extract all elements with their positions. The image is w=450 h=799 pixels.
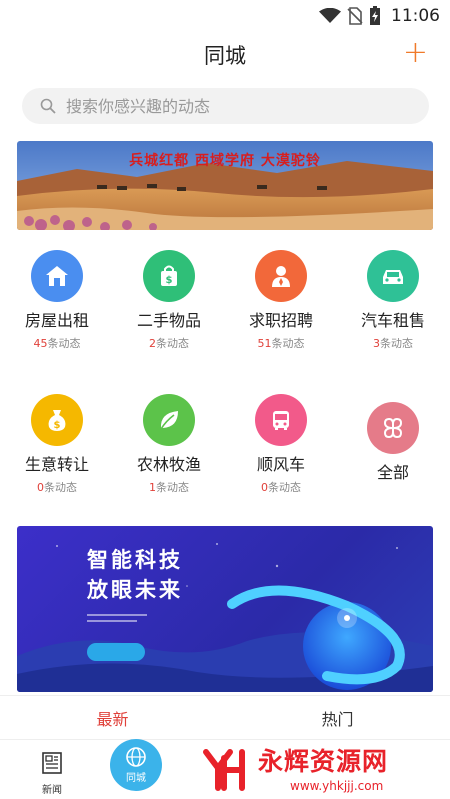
- category-count: 1条动态: [149, 481, 189, 494]
- wifi-icon: [319, 8, 341, 23]
- news-icon: [42, 752, 62, 774]
- car-icon: [367, 250, 419, 302]
- category-business-transfer[interactable]: $ 生意转让 0条动态: [1, 394, 113, 495]
- nav-news[interactable]: 新闻: [32, 751, 72, 796]
- tab-hot[interactable]: 热门: [225, 696, 450, 739]
- category-label: 汽车租售: [360, 311, 425, 330]
- banner-desert[interactable]: 兵城红都 西域学府 大漠驼铃: [17, 141, 433, 230]
- add-button[interactable]: +: [403, 38, 428, 68]
- banner-tech[interactable]: 智能科技 放眼未来: [17, 526, 433, 692]
- status-bar: 11:06: [0, 0, 450, 32]
- tech-banner-art: [17, 543, 433, 692]
- all-categories-icon: [367, 402, 419, 454]
- category-count: 45条动态: [33, 337, 81, 350]
- nav-label: 新闻: [42, 785, 62, 796]
- page-title: 同城: [204, 44, 246, 68]
- leaf-icon: [143, 394, 195, 446]
- category-house-rental[interactable]: 房屋出租 45条动态: [1, 250, 113, 351]
- battery-charging-icon: [370, 6, 380, 25]
- category-agriculture[interactable]: 农林牧渔 1条动态: [113, 394, 225, 495]
- banner-heading-2: 放眼未来: [87, 578, 183, 602]
- banner-heading-1: 智能科技: [87, 548, 183, 572]
- bus-icon: [255, 394, 307, 446]
- search-bar[interactable]: [22, 88, 429, 124]
- category-car-rental[interactable]: 汽车租售 3条动态: [337, 250, 449, 351]
- watermark-brand: 永辉资源网: [258, 747, 388, 776]
- header: 同城 +: [0, 32, 450, 78]
- category-label: 生意转让: [24, 455, 89, 474]
- category-carpool[interactable]: 顺风车 0条动态: [225, 394, 337, 495]
- city-globe-icon: [126, 747, 146, 767]
- category-jobs[interactable]: 求职招聘 51条动态: [225, 250, 337, 351]
- nav-city[interactable]: 同城: [110, 739, 162, 791]
- category-label: 房屋出租: [24, 311, 89, 330]
- feed-tabs: 最新 热门: [0, 695, 450, 740]
- category-second-hand[interactable]: $ 二手物品 2条动态: [113, 250, 225, 351]
- svg-text:$: $: [166, 275, 173, 286]
- house-icon: [31, 250, 83, 302]
- search-icon: [40, 98, 56, 114]
- category-count: 2条动态: [149, 337, 189, 350]
- category-label: 求职招聘: [248, 311, 313, 330]
- category-label: 农林牧渔: [136, 455, 201, 474]
- person-tie-icon: [255, 250, 307, 302]
- status-time: 11:06: [391, 6, 440, 26]
- category-label: 顺风车: [256, 455, 305, 474]
- svg-text:$: $: [54, 420, 61, 431]
- nav-label: 同城: [126, 773, 146, 784]
- watermark: 永辉资源网 www.yhkjjj.com: [198, 738, 446, 798]
- no-sim-icon: [347, 7, 363, 25]
- category-count: 51条动态: [257, 337, 305, 350]
- tab-latest[interactable]: 最新: [0, 696, 225, 739]
- desert-banner-image: 兵城红都 西域学府 大漠驼铃: [17, 141, 433, 230]
- search-input[interactable]: [66, 96, 386, 116]
- category-count: 0条动态: [261, 481, 301, 494]
- watermark-url: www.yhkjjj.com: [290, 779, 383, 793]
- banner-caption: 兵城红都 西域学府 大漠驼铃: [129, 152, 321, 169]
- banner-cta-button[interactable]: [87, 643, 145, 661]
- category-label: 全部: [376, 463, 409, 482]
- money-bag-icon: $: [31, 394, 83, 446]
- category-count: 3条动态: [373, 337, 413, 350]
- category-all[interactable]: 全部: [337, 402, 449, 483]
- category-label: 二手物品: [136, 311, 201, 330]
- category-count: 0条动态: [37, 481, 77, 494]
- shopping-bag-icon: $: [143, 250, 195, 302]
- watermark-logo: [203, 749, 245, 791]
